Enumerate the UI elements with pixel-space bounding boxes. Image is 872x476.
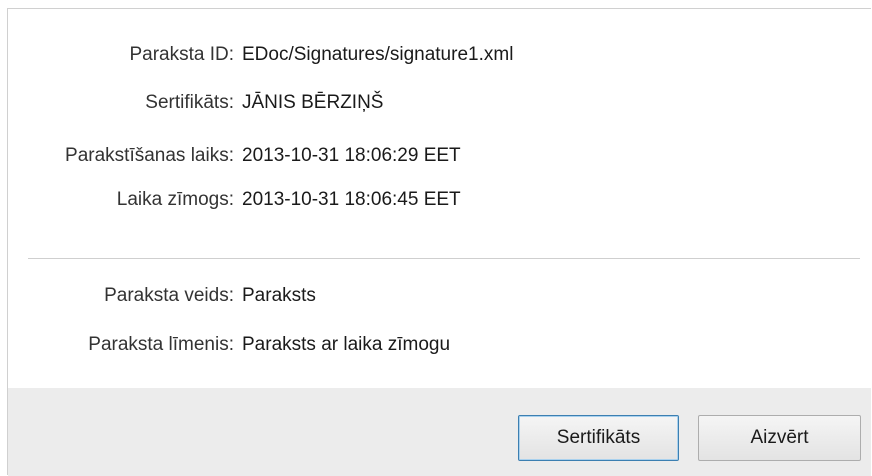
dialog-button-bar: Sertifikāts Aizvērt [8,388,871,476]
certificate-value: JĀNIS BĒRZIŅŠ [242,92,384,113]
signing-time-row: Parakstīšanas laiks: 2013-10-31 18:06:29… [8,141,461,171]
signature-level-row: Paraksta līmenis: Paraksts ar laika zīmo… [8,330,450,360]
certificate-row: Sertifikāts: JĀNIS BĒRZIŅŠ [8,88,383,118]
close-button[interactable]: Aizvērt [698,415,861,461]
signature-id-row: Paraksta ID: EDoc/Signatures/signature1.… [8,40,513,70]
signing-time-label: Parakstīšanas laiks: [65,145,234,166]
timestamp-row: Laika zīmogs: 2013-10-31 18:06:45 EET [8,185,461,215]
signature-id-label: Paraksta ID: [129,44,234,65]
signature-id-value: EDoc/Signatures/signature1.xml [242,44,514,65]
signature-level-label: Paraksta līmenis: [88,334,234,355]
signature-details-dialog: Paraksta ID: EDoc/Signatures/signature1.… [7,8,871,476]
certificate-label: Sertifikāts: [145,92,234,113]
certificate-button[interactable]: Sertifikāts [518,415,679,461]
signature-type-value: Paraksts [242,285,316,306]
signing-time-value: 2013-10-31 18:06:29 EET [242,145,461,166]
signature-type-row: Paraksta veids: Paraksts [8,281,316,311]
timestamp-label: Laika zīmogs: [116,189,234,210]
timestamp-value: 2013-10-31 18:06:45 EET [242,189,461,210]
section-divider [28,258,860,259]
signature-type-label: Paraksta veids: [104,285,234,306]
signature-level-value: Paraksts ar laika zīmogu [242,334,451,355]
